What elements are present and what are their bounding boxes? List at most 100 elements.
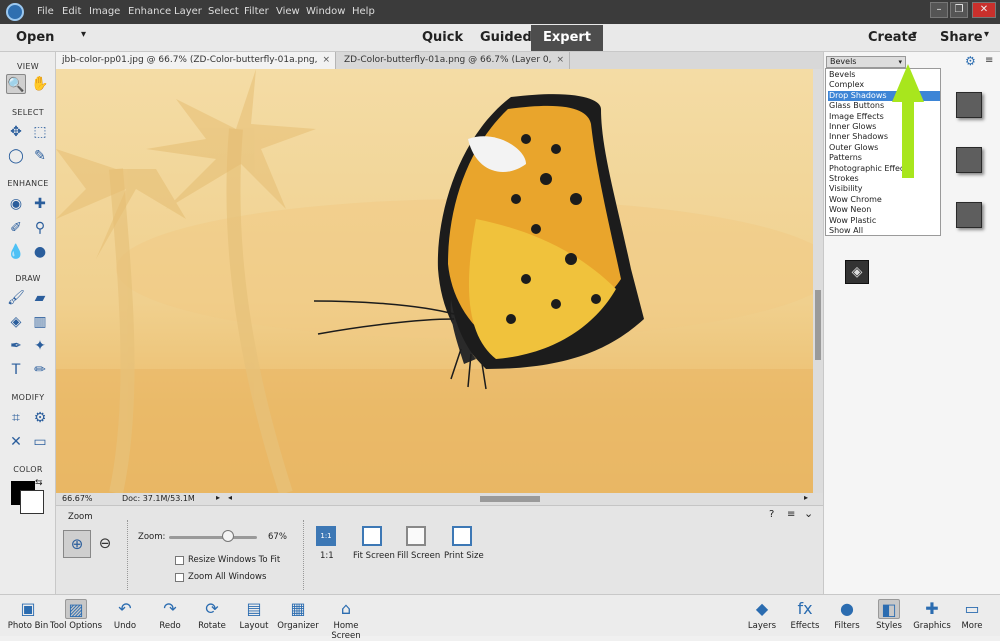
quick-mode-tab[interactable]: Quick: [422, 30, 463, 45]
menu-filter[interactable]: Filter: [244, 6, 269, 17]
print-size-label[interactable]: Print Size: [444, 551, 484, 561]
menu-image[interactable]: Image: [89, 6, 120, 17]
style-category-item[interactable]: Visibility: [828, 184, 940, 194]
style-swatch[interactable]: [956, 92, 982, 118]
close-window-button[interactable]: ✕: [972, 2, 996, 18]
pencil-tool-icon[interactable]: ✏: [30, 360, 50, 380]
share-dropdown-icon[interactable]: ▾: [984, 29, 989, 40]
fill-screen-label[interactable]: Fill Screen: [397, 551, 440, 561]
marquee-tool-icon[interactable]: ⬚: [30, 122, 50, 142]
maximize-button[interactable]: ❐: [950, 2, 968, 18]
fit-screen-label[interactable]: Fit Screen: [353, 551, 395, 561]
vertical-scrollbar[interactable]: [813, 69, 823, 493]
style-category-item[interactable]: Show All: [828, 226, 940, 236]
eyedropper-icon[interactable]: ✒: [6, 336, 26, 356]
hand-tool-icon[interactable]: ✋: [30, 74, 50, 94]
type-tool-icon[interactable]: T: [6, 360, 26, 380]
tab-close-icon[interactable]: ×: [322, 52, 330, 68]
style-category-item[interactable]: Wow Chrome: [828, 195, 940, 205]
swap-colors-icon[interactable]: ⇆: [35, 478, 43, 488]
straighten-tool-icon[interactable]: ▭: [30, 432, 50, 452]
home-screen-button[interactable]: ⌂ Home Screen: [318, 599, 374, 641]
zoom-slider-handle[interactable]: [221, 530, 234, 542]
style-swatch[interactable]: [956, 202, 982, 228]
zoom-value: 67%: [268, 532, 287, 542]
tab-jbb-color[interactable]: jbb-color-pp01.jpg @ 66.7% (ZD-Color-but…: [56, 52, 336, 81]
eraser-tool-icon[interactable]: ▰: [30, 288, 50, 308]
recompose-tool-icon[interactable]: ⚙: [30, 408, 50, 428]
share-button[interactable]: Share: [940, 30, 983, 45]
red-eye-tool-icon[interactable]: ◉: [6, 194, 26, 214]
menu-edit[interactable]: Edit: [62, 6, 81, 17]
vertical-scroll-thumb[interactable]: [815, 290, 821, 360]
tool-options-button[interactable]: ▨ Tool Options: [48, 599, 104, 631]
annotation-arrow-icon: [892, 64, 924, 178]
guided-mode-tab[interactable]: Guided: [480, 30, 532, 45]
scroll-right-icon[interactable]: ▸: [804, 493, 808, 502]
crop-tool-icon[interactable]: ⌗: [6, 408, 26, 428]
image-canvas[interactable]: [56, 69, 813, 493]
fit-screen-icon[interactable]: [362, 526, 382, 546]
filters-icon: ●: [840, 599, 854, 618]
style-thumbnail-icon[interactable]: ◈: [845, 260, 869, 284]
open-button[interactable]: Open: [16, 30, 54, 45]
scroll-left-icon[interactable]: ◂: [228, 493, 232, 502]
menu-layer[interactable]: Layer: [174, 6, 202, 17]
one-to-one-label[interactable]: 1:1: [320, 551, 334, 561]
section-view-label: VIEW: [17, 62, 39, 71]
move-tool-icon[interactable]: ✥: [6, 122, 26, 142]
style-category-item[interactable]: Wow Plastic: [828, 216, 940, 226]
blur-tool-icon[interactable]: 💧: [6, 242, 26, 262]
minimize-button[interactable]: –: [930, 2, 948, 18]
one-to-one-icon[interactable]: 1:1: [316, 526, 336, 546]
more-button[interactable]: ▭ More: [944, 599, 1000, 631]
menu-window[interactable]: Window: [306, 6, 345, 17]
fill-screen-icon[interactable]: [406, 526, 426, 546]
tab-butterfly[interactable]: ZD-Color-butterfly-01a.png @ 66.7% (Laye…: [338, 52, 570, 81]
create-dropdown-icon[interactable]: ▾: [912, 29, 917, 40]
print-size-icon[interactable]: [452, 526, 472, 546]
style-category-item[interactable]: Wow Neon: [828, 205, 940, 215]
gradient-tool-icon[interactable]: ▥: [30, 312, 50, 332]
panel-menu-icon[interactable]: ≡: [787, 509, 795, 520]
graphics-icon: ✚: [925, 599, 939, 618]
menu-file[interactable]: File: [37, 6, 54, 17]
lasso-tool-icon[interactable]: ◯: [6, 146, 26, 166]
sponge-tool-icon[interactable]: ●: [30, 242, 50, 262]
taskbar-label: Effects: [790, 621, 820, 631]
menu-help[interactable]: Help: [352, 6, 375, 17]
resize-windows-checkbox[interactable]: [175, 556, 184, 565]
background-color-swatch[interactable]: [20, 490, 44, 514]
panel-menu-icon[interactable]: ≡: [985, 55, 993, 66]
help-icon[interactable]: ?: [769, 509, 774, 520]
panel-settings-gear-icon[interactable]: ⚙: [965, 54, 976, 68]
zoom-slider[interactable]: [169, 536, 257, 539]
custom-shape-icon[interactable]: ✦: [30, 336, 50, 356]
clone-stamp-icon[interactable]: ⚲: [30, 218, 50, 238]
menu-view[interactable]: View: [276, 6, 300, 17]
status-menu-arrow-icon[interactable]: ▸: [216, 493, 220, 502]
zoom-all-windows-label: Zoom All Windows: [188, 572, 267, 582]
healing-brush-icon[interactable]: ✚: [30, 194, 50, 214]
open-dropdown-icon[interactable]: ▾: [81, 29, 86, 40]
zoom-all-windows-checkbox[interactable]: [175, 573, 184, 582]
zoom-tool-icon[interactable]: 🔍: [6, 74, 26, 94]
menu-select[interactable]: Select: [208, 6, 239, 17]
style-swatch[interactable]: [956, 147, 982, 173]
zoom-percent-readout[interactable]: 66.67%: [62, 494, 93, 503]
smart-brush-icon[interactable]: ✐: [6, 218, 26, 238]
tab-close-icon[interactable]: ×: [556, 52, 564, 68]
expert-mode-tab[interactable]: Expert: [531, 25, 604, 51]
quick-selection-tool-icon[interactable]: ✎: [30, 146, 50, 166]
menu-enhance[interactable]: Enhance: [128, 6, 171, 17]
create-button[interactable]: Create: [868, 30, 917, 45]
horizontal-scroll-thumb[interactable]: [480, 496, 540, 502]
paint-bucket-icon[interactable]: ◈: [6, 312, 26, 332]
zoom-out-icon[interactable]: ⊖: [94, 530, 116, 558]
collapse-panel-icon[interactable]: ⌄: [804, 507, 813, 520]
zoom-in-icon[interactable]: ⊕: [63, 530, 91, 558]
section-modify-label: MODIFY: [11, 393, 45, 402]
styles-icon: ◧: [878, 599, 900, 619]
brush-tool-icon[interactable]: 🖌: [6, 288, 26, 308]
content-aware-move-icon[interactable]: ✕: [6, 432, 26, 452]
